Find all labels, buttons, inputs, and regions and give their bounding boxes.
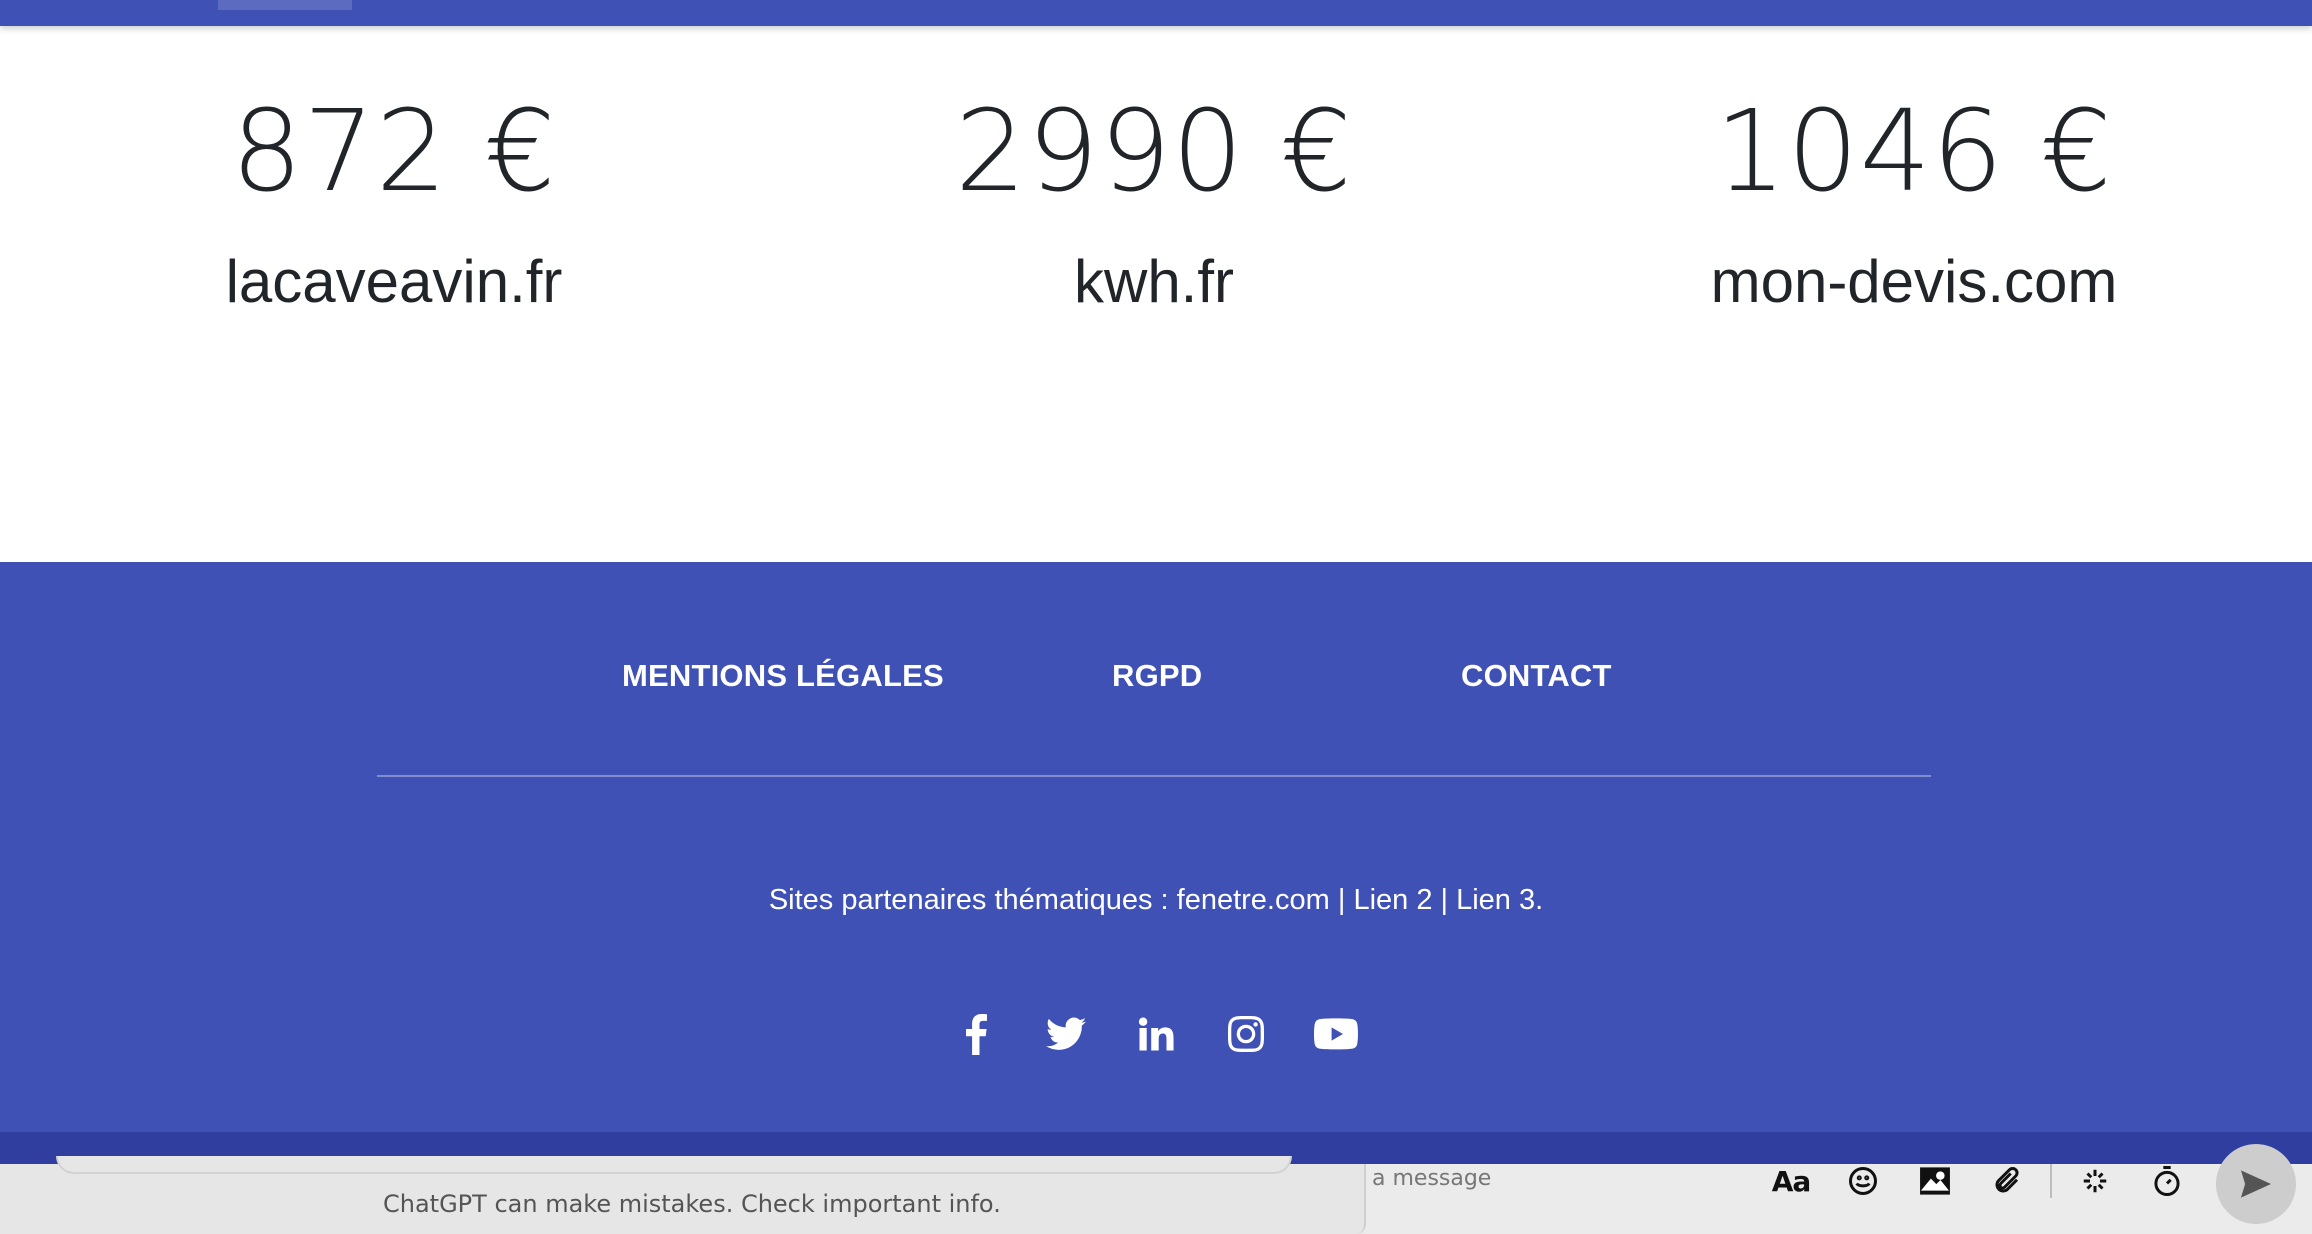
chat-toolbar: Aa: [1772, 1164, 2186, 1198]
sparkle-icon[interactable]: [2076, 1164, 2114, 1198]
chat-overlay: ChatGPT can make mistakes. Check importa…: [0, 1144, 2312, 1234]
top-navbar: [0, 0, 2312, 26]
partner-separator: |: [1329, 884, 1354, 916]
stat-amount: 1046 €: [1715, 87, 2113, 217]
active-nav-tab[interactable]: [218, 0, 352, 10]
twitter-icon[interactable]: [1039, 1007, 1093, 1061]
partner-sites-line: Sites partenaires thématiques : fenetre.…: [0, 884, 2312, 917]
youtube-icon[interactable]: [1309, 1007, 1363, 1061]
footer-divider: [377, 775, 1931, 777]
partner-link-fenetre[interactable]: fenetre.com: [1177, 884, 1330, 916]
page: 872 € lacaveavin.fr 2990 € kwh.fr 1046 €…: [0, 0, 2312, 1234]
timer-icon[interactable]: [2148, 1164, 2186, 1198]
chatgpt-panel: ChatGPT can make mistakes. Check importa…: [0, 1156, 1366, 1234]
message-input[interactable]: a message: [1372, 1166, 1491, 1191]
send-icon: [2241, 1170, 2271, 1198]
social-links: [0, 1004, 2312, 1064]
partners-label: Sites partenaires thématiques :: [768, 884, 1177, 916]
stat-site: lacaveavin.fr: [225, 248, 563, 315]
stat-card: 872 € lacaveavin.fr: [14, 96, 774, 312]
facebook-icon[interactable]: [949, 1007, 1003, 1061]
stats-section: 872 € lacaveavin.fr 2990 € kwh.fr 1046 €…: [0, 26, 2312, 562]
partner-link-3[interactable]: Lien 3.: [1456, 884, 1543, 916]
chatgpt-disclaimer: ChatGPT can make mistakes. Check importa…: [383, 1190, 1001, 1218]
send-button[interactable]: [2216, 1144, 2296, 1224]
footer: MENTIONS LÉGALES RGPD CONTACT Sites part…: [0, 562, 2312, 1132]
linkedin-icon[interactable]: [1129, 1007, 1183, 1061]
footer-link-mentions-legales[interactable]: MENTIONS LÉGALES: [622, 658, 944, 694]
paperclip-icon[interactable]: [1988, 1164, 2026, 1198]
stat-card: 2990 € kwh.fr: [774, 96, 1534, 312]
stat-site: mon-devis.com: [1710, 248, 2118, 315]
partner-separator: |: [1432, 884, 1457, 916]
stat-amount: 2990 €: [955, 87, 1353, 217]
partner-link-2[interactable]: Lien 2: [1353, 884, 1432, 916]
footer-link-contact[interactable]: CONTACT: [1461, 658, 1612, 694]
font-format-icon[interactable]: Aa: [1772, 1164, 1812, 1198]
stat-site: kwh.fr: [1073, 248, 1235, 315]
stat-card: 1046 € mon-devis.com: [1534, 96, 2294, 312]
footer-link-rgpd[interactable]: RGPD: [1112, 658, 1202, 694]
toolbar-separator: [2050, 1164, 2052, 1198]
chatgpt-input-edge[interactable]: [56, 1156, 1292, 1174]
stat-amount: 872 €: [231, 87, 557, 217]
image-icon[interactable]: [1916, 1164, 1954, 1198]
instagram-icon[interactable]: [1219, 1007, 1273, 1061]
emoji-icon[interactable]: [1844, 1164, 1882, 1198]
